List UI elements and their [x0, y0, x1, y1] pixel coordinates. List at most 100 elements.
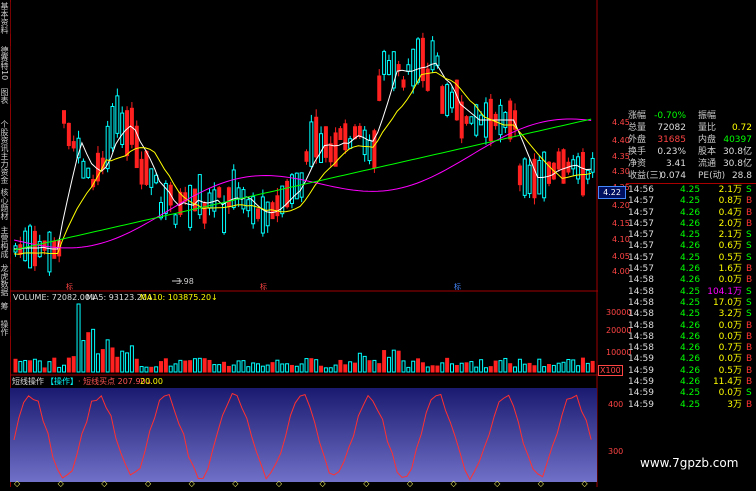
tick-t: 14:58 — [628, 275, 654, 286]
svg-text:◇: ◇ — [320, 479, 327, 487]
tick-row: 14:59 4.26 0.0万 B — [626, 354, 756, 365]
tick-p: 4.26 — [680, 365, 701, 376]
tick-p: 4.26 — [680, 377, 701, 388]
svg-text:◇: ◇ — [581, 479, 588, 487]
tick-v: 11.4万 — [712, 377, 742, 388]
tick-p: 4.25 — [680, 196, 701, 207]
tick-p: 4.25 — [680, 185, 701, 195]
tick-s: B — [746, 377, 753, 388]
quote-panel: 涨幅 -0.70% 振幅 总量 72082 量比 0.72 外盘 31685 内盘 40397 换手 0… — [626, 110, 756, 487]
side-tab-label: 基本资料 — [0, 2, 9, 34]
side-tab-label: 操作 — [0, 320, 9, 336]
tick-t: 14:59 — [628, 399, 654, 410]
tick-row: 14:58 4.25 17.0万 S — [626, 298, 756, 309]
quote-l1: 换手 — [628, 147, 647, 157]
tick-s: S — [746, 185, 752, 195]
side-tab-label: 德赛特10 — [0, 46, 9, 81]
tick-t: 14:58 — [628, 286, 654, 297]
tick-v: 0.5万 — [718, 365, 742, 376]
svg-text:◇: ◇ — [538, 479, 545, 487]
tick-s: S — [746, 309, 752, 320]
side-tab-label: 核心题材 — [0, 188, 9, 220]
tick-t: 14:58 — [628, 320, 654, 331]
tick-v: 2.0万 — [718, 218, 742, 229]
tick-row: 14:59 4.26 11.4万 B — [626, 377, 756, 388]
tick-p: 4.26 — [680, 207, 701, 218]
side-tab-label: 筹 — [0, 302, 9, 310]
quote-v1: 0.23% — [657, 147, 686, 157]
quote-v2: 40397 — [723, 135, 752, 145]
quote-l2: 股本 — [698, 147, 717, 157]
chart-area[interactable]: ◇ ◇ ◇ ◇ ◇ ◇ ◇ ◇ ◇ ◇ ◇ ◇ ◇ ◇ 3.98 标 标 标 VOLUME: 72082.… — [10, 0, 598, 488]
svg-text:◇: ◇ — [145, 479, 152, 487]
quote-l2: 流通 — [698, 159, 717, 169]
tick-t: 14:58 — [628, 297, 654, 308]
tick-s: B — [746, 354, 753, 365]
tick-p: 4.26 — [680, 354, 701, 365]
tick-v: 104.1万 — [707, 286, 742, 297]
price-axis: 4.454.404.354.304.254.204.154.104.054.00… — [598, 0, 631, 487]
tick-v: 0.0万 — [718, 320, 742, 331]
kline-chart[interactable]: ◇ ◇ ◇ ◇ ◇ ◇ ◇ ◇ ◇ ◇ ◇ ◇ ◇ ◇ 3.98 标 标 标 VOLUME: 72082.… — [10, 0, 598, 488]
quote-l2: 振幅 — [698, 111, 717, 121]
tick-row: 14:57 4.25 0.8万 B — [626, 196, 756, 207]
side-tab-label: 龙虎数据 — [0, 264, 9, 296]
indicator-tag: 【操作】 — [46, 376, 78, 386]
quote-l2: 内盘 — [698, 135, 717, 145]
tick-row: 14:57 4.26 0.4万 B — [626, 208, 756, 219]
indicator-line2: 20.00 — [140, 377, 163, 386]
tick-s: B — [746, 207, 753, 218]
tick-v: 2.1万 — [718, 230, 742, 241]
tick-v: 0.5万 — [718, 252, 742, 263]
tick-row: 14:58 4.26 0.7万 B — [626, 343, 756, 354]
quote-v1: 72082 — [657, 123, 686, 133]
indicator-background — [10, 388, 597, 482]
quote-v1: 0.074 — [660, 171, 686, 181]
quote-v2: 0.72 — [731, 123, 752, 133]
quote-l1: 总量 — [628, 123, 647, 133]
tick-row: 14:58 4.26 0.0万 B — [626, 321, 756, 332]
svg-text:◇: ◇ — [58, 479, 65, 487]
tick-row: 14:59 4.25 3万 B — [626, 400, 756, 411]
quote-l2: 量比 — [698, 123, 717, 133]
tick-v: 3.2万 — [718, 309, 742, 320]
svg-text:◇: ◇ — [451, 479, 458, 487]
tick-row: 14:57 4.26 1.6万 B — [626, 264, 756, 275]
tick-v: 0.8万 — [718, 196, 742, 207]
marker-2: 标 — [260, 282, 267, 291]
side-tab-label: 图表 — [0, 88, 9, 104]
tick-row: 14:59 4.26 0.5万 B — [626, 366, 756, 377]
tick-t: 14:57 — [628, 264, 654, 275]
tick-s: S — [746, 297, 752, 308]
volume-unit: X100 — [598, 365, 623, 376]
tick-p: 4.25 — [680, 252, 701, 263]
tick-t: 14:57 — [628, 252, 654, 263]
svg-text:◇: ◇ — [276, 479, 283, 487]
tick-p: 4.25 — [680, 388, 701, 399]
quote-v1: -0.70% — [654, 111, 686, 121]
tick-p: 4.26 — [680, 320, 701, 331]
tick-p: 4.26 — [680, 275, 701, 286]
tick-v: 0.6万 — [718, 241, 742, 252]
side-tab-label: 主力资金 — [0, 152, 9, 184]
candles-layer — [13, 32, 595, 276]
quote-v1: 3.41 — [665, 159, 686, 169]
tick-p: 4.25 — [680, 297, 701, 308]
tick-t: 14:58 — [628, 343, 654, 354]
tick-v: 0.0万 — [718, 331, 742, 342]
tick-row: 14:58 4.26 0.0万 B — [626, 332, 756, 343]
tick-t: 14:57 — [628, 196, 654, 207]
quote-v2: 30.8亿 — [722, 159, 752, 169]
current-price-tag: 4.22 — [598, 186, 626, 199]
side-tab-label: 个股资讯 — [0, 120, 9, 152]
svg-text:◇: ◇ — [232, 479, 239, 487]
tick-v: 0.0万 — [718, 354, 742, 365]
tick-p: 4.25 — [680, 286, 701, 297]
quote-row: 外盘 31685 内盘 40397 — [626, 134, 756, 146]
quote-row: 收益(三) 0.074 PE(动) 28.8 — [626, 170, 756, 182]
tick-s: B — [746, 331, 753, 342]
quote-row: 总量 72082 量比 0.72 — [626, 122, 756, 134]
tick-s: S — [746, 241, 752, 252]
tick-t: 14:59 — [628, 365, 654, 376]
tick-t: 14:58 — [628, 309, 654, 320]
